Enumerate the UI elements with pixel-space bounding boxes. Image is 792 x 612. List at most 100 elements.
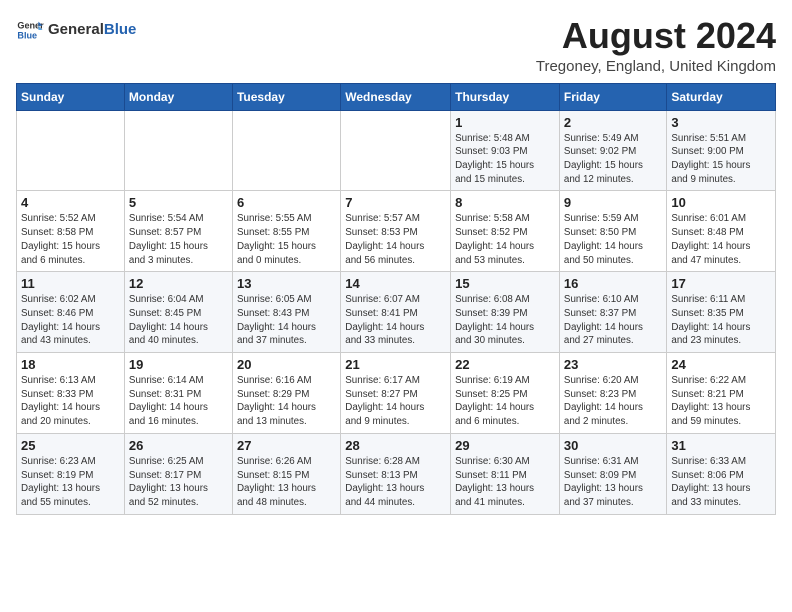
- day-info: Sunrise: 6:30 AM Sunset: 8:11 PM Dayligh…: [455, 455, 555, 510]
- week-row-4: 18 Sunrise: 6:13 AM Sunset: 8:33 PM Dayli…: [17, 353, 776, 434]
- calendar-cell: 22Sunrise: 6:19 AM Sunset: 8:25 PM Dayli…: [451, 353, 560, 434]
- calendar-subtitle: Tregoney, England, United Kingdom: [536, 58, 776, 75]
- day-info: Sunrise: 6:07 AM Sunset: 8:41 PM Dayligh…: [345, 293, 446, 348]
- day-number: 12: [129, 276, 228, 291]
- day-number: 23: [564, 357, 662, 372]
- day-info: Sunrise: 6:26 AM Sunset: 8:15 PM Dayligh…: [237, 455, 336, 510]
- calendar-cell: 19Sunrise: 6:14 AM Sunset: 8:31 PM Dayli…: [124, 353, 232, 434]
- day-number: 14: [345, 276, 446, 291]
- calendar-cell: 12 Sunrise: 6:04 AM Sunset: 8:45 PM Dayli…: [124, 272, 232, 353]
- calendar-cell: 27Sunrise: 6:26 AM Sunset: 8:15 PM Dayli…: [232, 433, 340, 514]
- day-number: 19: [129, 357, 228, 372]
- day-number: 5: [129, 195, 228, 210]
- day-info: Sunrise: 5:52 AM Sunset: 8:58 PM Dayligh…: [21, 212, 120, 267]
- calendar-cell: 14 Sunrise: 6:07 AM Sunset: 8:41 PM Dayli…: [341, 272, 451, 353]
- day-info: Sunrise: 6:02 AM Sunset: 8:46 PM Dayligh…: [21, 293, 120, 348]
- day-info: Sunrise: 5:58 AM Sunset: 8:52 PM Dayligh…: [455, 212, 555, 267]
- day-number: 2: [564, 115, 662, 130]
- day-info: Sunrise: 6:08 AM Sunset: 8:39 PM Dayligh…: [455, 293, 555, 348]
- day-info: Sunrise: 6:10 AM Sunset: 8:37 PM Dayligh…: [564, 293, 662, 348]
- day-info: Sunrise: 6:04 AM Sunset: 8:45 PM Dayligh…: [129, 293, 228, 348]
- day-info: Sunrise: 5:49 AM Sunset: 9:02 PM Dayligh…: [564, 132, 662, 187]
- day-number: 3: [671, 115, 771, 130]
- logo-blue-text: Blue: [104, 21, 137, 38]
- day-number: 18: [21, 357, 120, 372]
- day-info: Sunrise: 6:19 AM Sunset: 8:25 PM Dayligh…: [455, 374, 555, 429]
- weekday-header-monday: Monday: [124, 83, 232, 110]
- logo: General Blue GeneralBlue: [16, 16, 136, 44]
- calendar-cell: 31 Sunrise: 6:33 AM Sunset: 8:06 PM Dayli…: [667, 433, 776, 514]
- calendar-cell: 16 Sunrise: 6:10 AM Sunset: 8:37 PM Dayli…: [559, 272, 666, 353]
- calendar-cell: 20Sunrise: 6:16 AM Sunset: 8:29 PM Dayli…: [232, 353, 340, 434]
- day-number: 24: [671, 357, 771, 372]
- weekday-header-wednesday: Wednesday: [341, 83, 451, 110]
- day-info: Sunrise: 5:59 AM Sunset: 8:50 PM Dayligh…: [564, 212, 662, 267]
- day-info: Sunrise: 6:33 AM Sunset: 8:06 PM Dayligh…: [671, 455, 771, 510]
- weekday-header-row: SundayMondayTuesdayWednesdayThursdayFrid…: [17, 83, 776, 110]
- calendar-cell: 11 Sunrise: 6:02 AM Sunset: 8:46 PM Dayli…: [17, 272, 125, 353]
- calendar-cell: 6 Sunrise: 5:55 AM Sunset: 8:55 PM Daylig…: [232, 191, 340, 272]
- day-info: Sunrise: 6:31 AM Sunset: 8:09 PM Dayligh…: [564, 455, 662, 510]
- calendar-cell: 8 Sunrise: 5:58 AM Sunset: 8:52 PM Daylig…: [451, 191, 560, 272]
- weekday-header-thursday: Thursday: [451, 83, 560, 110]
- day-number: 10: [671, 195, 771, 210]
- day-info: Sunrise: 5:51 AM Sunset: 9:00 PM Dayligh…: [671, 132, 771, 187]
- day-number: 7: [345, 195, 446, 210]
- svg-text:Blue: Blue: [17, 30, 37, 40]
- week-row-3: 11 Sunrise: 6:02 AM Sunset: 8:46 PM Dayli…: [17, 272, 776, 353]
- calendar-cell: 13 Sunrise: 6:05 AM Sunset: 8:43 PM Dayli…: [232, 272, 340, 353]
- day-number: 8: [455, 195, 555, 210]
- day-number: 26: [129, 438, 228, 453]
- day-info: Sunrise: 6:11 AM Sunset: 8:35 PM Dayligh…: [671, 293, 771, 348]
- calendar-cell: [341, 110, 451, 191]
- day-info: Sunrise: 6:01 AM Sunset: 8:48 PM Dayligh…: [671, 212, 771, 267]
- calendar-cell: [232, 110, 340, 191]
- day-info: Sunrise: 6:16 AM Sunset: 8:29 PM Dayligh…: [237, 374, 336, 429]
- week-row-5: 25Sunrise: 6:23 AM Sunset: 8:19 PM Dayli…: [17, 433, 776, 514]
- calendar-cell: 24 Sunrise: 6:22 AM Sunset: 8:21 PM Dayli…: [667, 353, 776, 434]
- day-number: 1: [455, 115, 555, 130]
- weekday-header-tuesday: Tuesday: [232, 83, 340, 110]
- calendar-cell: 17Sunrise: 6:11 AM Sunset: 8:35 PM Dayli…: [667, 272, 776, 353]
- day-number: 13: [237, 276, 336, 291]
- calendar-cell: 30 Sunrise: 6:31 AM Sunset: 8:09 PM Dayli…: [559, 433, 666, 514]
- day-info: Sunrise: 6:13 AM Sunset: 8:33 PM Dayligh…: [21, 374, 120, 429]
- day-info: Sunrise: 6:05 AM Sunset: 8:43 PM Dayligh…: [237, 293, 336, 348]
- calendar-cell: 2 Sunrise: 5:49 AM Sunset: 9:02 PM Daylig…: [559, 110, 666, 191]
- day-number: 11: [21, 276, 120, 291]
- title-block: August 2024 Tregoney, England, United Ki…: [536, 16, 776, 75]
- calendar-cell: 29 Sunrise: 6:30 AM Sunset: 8:11 PM Dayli…: [451, 433, 560, 514]
- day-number: 6: [237, 195, 336, 210]
- day-info: Sunrise: 6:17 AM Sunset: 8:27 PM Dayligh…: [345, 374, 446, 429]
- day-number: 29: [455, 438, 555, 453]
- weekday-header-friday: Friday: [559, 83, 666, 110]
- calendar-cell: 28 Sunrise: 6:28 AM Sunset: 8:13 PM Dayli…: [341, 433, 451, 514]
- weekday-header-saturday: Saturday: [667, 83, 776, 110]
- calendar-cell: 4Sunrise: 5:52 AM Sunset: 8:58 PM Daylig…: [17, 191, 125, 272]
- day-info: Sunrise: 6:25 AM Sunset: 8:17 PM Dayligh…: [129, 455, 228, 510]
- calendar-cell: 7 Sunrise: 5:57 AM Sunset: 8:53 PM Daylig…: [341, 191, 451, 272]
- day-number: 21: [345, 357, 446, 372]
- calendar-cell: [17, 110, 125, 191]
- day-info: Sunrise: 6:22 AM Sunset: 8:21 PM Dayligh…: [671, 374, 771, 429]
- day-number: 31: [671, 438, 771, 453]
- calendar-cell: 9Sunrise: 5:59 AM Sunset: 8:50 PM Daylig…: [559, 191, 666, 272]
- logo-icon: General Blue: [16, 16, 44, 44]
- day-number: 28: [345, 438, 446, 453]
- calendar-cell: 15 Sunrise: 6:08 AM Sunset: 8:39 PM Dayli…: [451, 272, 560, 353]
- day-info: Sunrise: 5:57 AM Sunset: 8:53 PM Dayligh…: [345, 212, 446, 267]
- week-row-2: 4Sunrise: 5:52 AM Sunset: 8:58 PM Daylig…: [17, 191, 776, 272]
- calendar-cell: 5 Sunrise: 5:54 AM Sunset: 8:57 PM Daylig…: [124, 191, 232, 272]
- day-number: 15: [455, 276, 555, 291]
- week-row-1: 1 Sunrise: 5:48 AM Sunset: 9:03 PM Daylig…: [17, 110, 776, 191]
- day-info: Sunrise: 5:55 AM Sunset: 8:55 PM Dayligh…: [237, 212, 336, 267]
- day-info: Sunrise: 5:48 AM Sunset: 9:03 PM Dayligh…: [455, 132, 555, 187]
- day-number: 30: [564, 438, 662, 453]
- calendar-cell: 26 Sunrise: 6:25 AM Sunset: 8:17 PM Dayli…: [124, 433, 232, 514]
- day-info: Sunrise: 6:28 AM Sunset: 8:13 PM Dayligh…: [345, 455, 446, 510]
- calendar-table: SundayMondayTuesdayWednesdayThursdayFrid…: [16, 83, 776, 515]
- calendar-cell: 21 Sunrise: 6:17 AM Sunset: 8:27 PM Dayli…: [341, 353, 451, 434]
- calendar-cell: 18 Sunrise: 6:13 AM Sunset: 8:33 PM Dayli…: [17, 353, 125, 434]
- day-number: 16: [564, 276, 662, 291]
- day-info: Sunrise: 5:54 AM Sunset: 8:57 PM Dayligh…: [129, 212, 228, 267]
